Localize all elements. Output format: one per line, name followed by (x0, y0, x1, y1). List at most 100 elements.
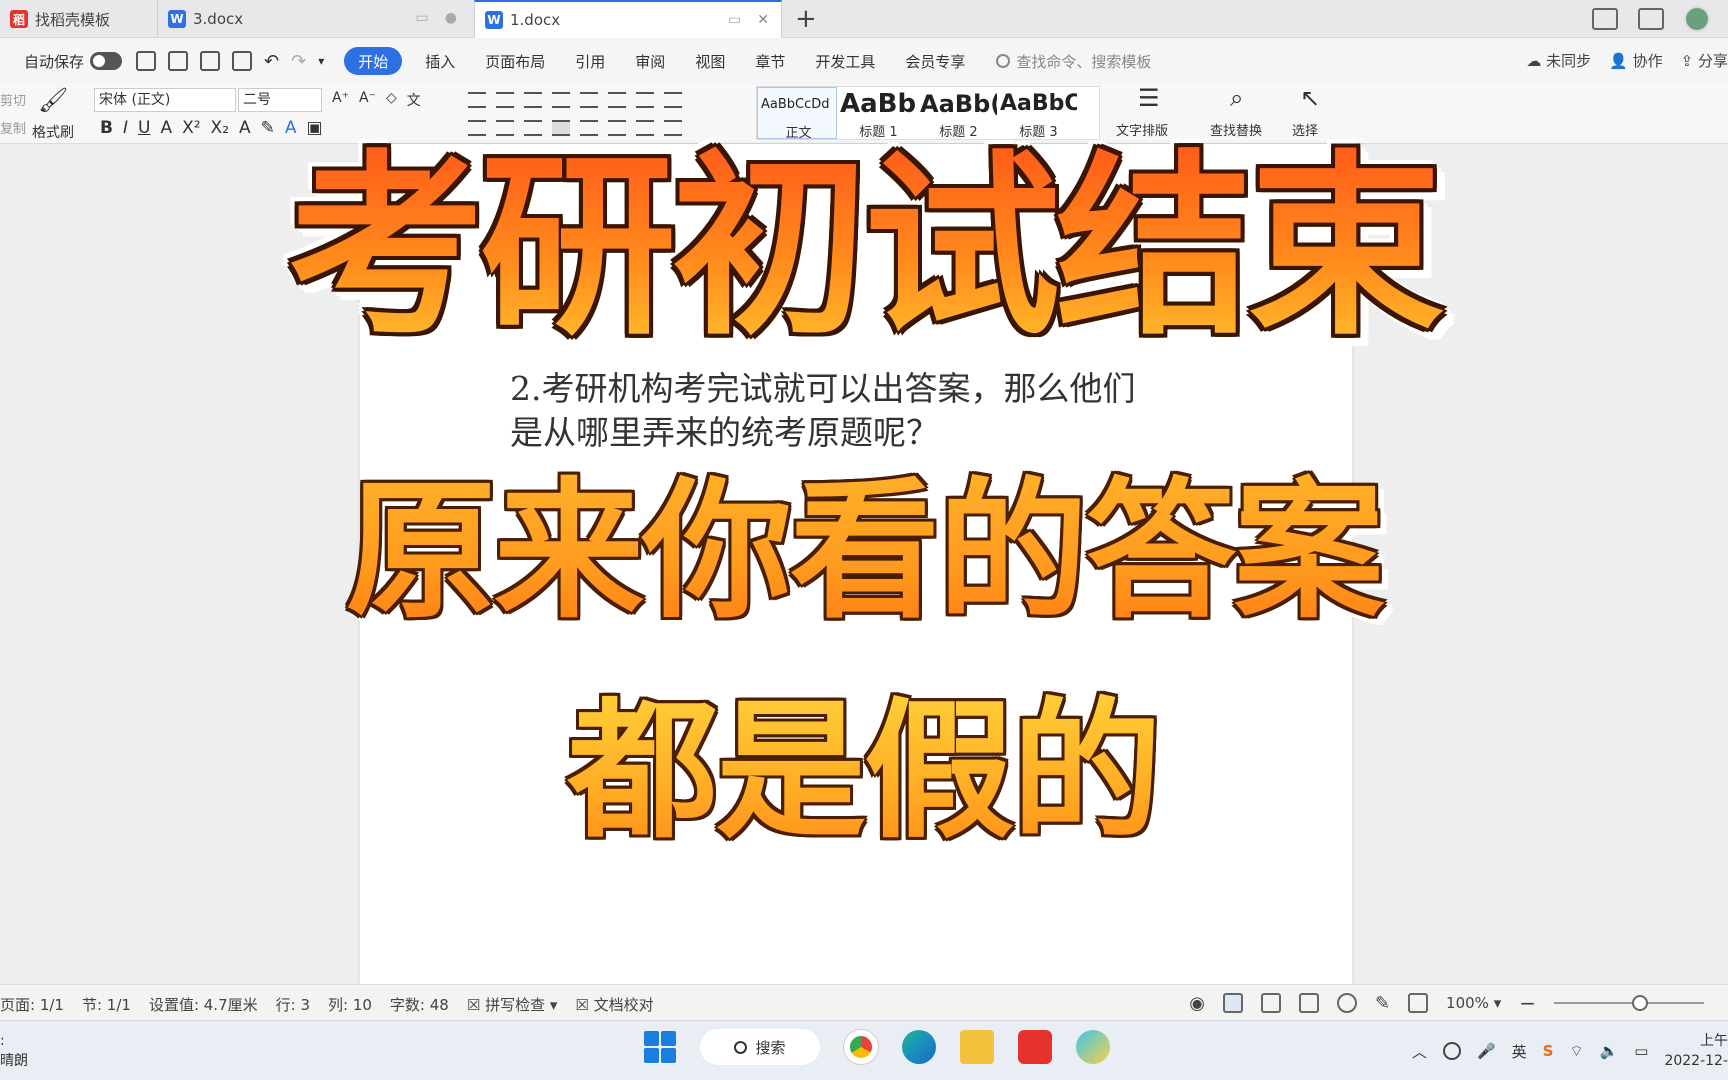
bullet-list-icon[interactable] (468, 92, 486, 108)
tab-member[interactable]: 会员专享 (890, 47, 980, 75)
redo-icon[interactable]: ↷ (291, 51, 306, 72)
chrome-icon[interactable] (844, 1030, 878, 1064)
pin-icon[interactable]: ▭ (416, 10, 429, 26)
wifi-icon[interactable]: ⌔ (1569, 1042, 1583, 1061)
cut-button[interactable]: 剪切 (0, 90, 26, 109)
text-effect-icon[interactable]: A (239, 118, 251, 138)
battery-icon[interactable]: ▭ (1634, 1042, 1648, 1060)
wps-office-icon[interactable] (1018, 1030, 1052, 1064)
sync-status[interactable]: ☁ 未同步 (1526, 50, 1591, 71)
text-layout-icon[interactable]: ☰ (1138, 84, 1160, 112)
save-icon[interactable] (136, 51, 157, 71)
dot-icon: ● (444, 10, 457, 26)
shrink-font-icon[interactable]: A⁻ (359, 90, 376, 110)
toggle-switch-icon[interactable] (90, 52, 123, 70)
share-button[interactable]: ⇪ 分享 (1681, 50, 1728, 71)
tab-doc-3[interactable]: W 3.docx ▭ ● (157, 0, 469, 38)
pen-icon[interactable]: ✎ (1375, 993, 1390, 1014)
tab-developer[interactable]: 开发工具 (800, 47, 890, 75)
spellcheck-button[interactable]: ☒ 拼写检查 ▾ (467, 994, 558, 1015)
new-tab-button[interactable]: + (795, 4, 817, 34)
apps-grid-icon[interactable] (1638, 8, 1664, 30)
volume-icon[interactable]: 🔈 (1600, 1042, 1619, 1060)
reading-view-icon[interactable] (1298, 993, 1319, 1013)
print-preview-icon[interactable] (232, 51, 253, 71)
style-heading-3[interactable]: AaBbC 标题 3 (997, 87, 1077, 139)
command-search[interactable]: 查找命令、搜索模板 (996, 51, 1151, 72)
outdent-icon[interactable] (524, 92, 542, 108)
page-indicator[interactable]: 页面: 1/1 (0, 994, 64, 1015)
setting-indicator[interactable]: 设置值: 4.7厘米 (149, 994, 258, 1015)
weather-widget[interactable]: : 晴朗 (0, 1031, 28, 1071)
microphone-icon[interactable]: 🎤 (1477, 1042, 1496, 1060)
show-marks-icon[interactable] (636, 92, 654, 108)
chevron-down-icon[interactable]: ▾ (318, 54, 324, 68)
tab-page-layout[interactable]: 页面布局 (470, 47, 560, 75)
word-count[interactable]: 字数: 48 (390, 994, 449, 1015)
zoom-slider-handle[interactable] (1632, 995, 1648, 1011)
style-normal[interactable]: AaBbCcDd 正文 (757, 87, 837, 139)
tab-docer[interactable]: 稻 找稻壳模板 (0, 0, 152, 38)
section-indicator[interactable]: 节: 1/1 (82, 994, 131, 1015)
zoom-out-button[interactable]: − (1519, 991, 1536, 1015)
taskbar-search[interactable]: 搜索 (700, 1029, 820, 1065)
cursor-select-icon[interactable]: ↖ (1300, 84, 1320, 112)
collab-button[interactable]: 👤 协作 (1609, 50, 1662, 71)
pin-icon[interactable]: ▭ (728, 12, 741, 28)
tab-insert[interactable]: 插入 (410, 47, 470, 75)
tab-references[interactable]: 引用 (560, 47, 620, 75)
tab-home[interactable]: 开始 (344, 47, 403, 75)
undo-icon[interactable]: ↶ (264, 51, 279, 72)
phonetic-icon[interactable]: 文 (407, 90, 421, 110)
bold-icon[interactable]: B (100, 118, 113, 138)
ime-indicator[interactable]: 英 (1512, 1041, 1527, 1062)
fit-page-icon[interactable] (1408, 993, 1429, 1013)
app-icon[interactable] (1076, 1030, 1110, 1064)
qq-icon[interactable] (1442, 1042, 1461, 1060)
subscript-icon[interactable]: X₂ (211, 118, 229, 138)
strikethrough-icon[interactable]: A (160, 118, 172, 138)
font-family-select[interactable]: 宋体 (正文) (94, 88, 236, 112)
outline-view-icon[interactable] (1260, 993, 1281, 1013)
avatar[interactable] (1684, 6, 1710, 32)
clock[interactable]: 上午 2022-12- (1664, 1031, 1728, 1071)
font-size-select[interactable]: 二号 (238, 88, 322, 112)
word-doc-icon: W (485, 11, 503, 29)
highlight-icon[interactable]: ✎ (261, 118, 275, 138)
page-view-icon[interactable] (1222, 993, 1243, 1013)
close-icon[interactable]: ✕ (757, 12, 769, 28)
tab-view[interactable]: 视图 (680, 47, 740, 75)
format-painter-icon[interactable]: 🖌 (38, 86, 68, 114)
style-heading-2[interactable]: AaBb( 标题 2 (917, 87, 997, 139)
layout-icon[interactable] (1592, 8, 1618, 30)
web-view-icon[interactable] (1336, 993, 1357, 1013)
zoom-level[interactable]: 100% ▾ (1446, 994, 1501, 1012)
autosave-toggle[interactable]: 自动保存 (24, 51, 123, 72)
clear-format-icon[interactable]: ◇ (386, 90, 397, 110)
sogou-icon[interactable]: S (1543, 1042, 1554, 1060)
style-heading-1[interactable]: AaBb 标题 1 (837, 87, 917, 139)
copy-button[interactable]: 复制 (0, 118, 26, 137)
chevron-up-icon[interactable]: ︿ (1412, 1041, 1427, 1062)
underline-icon[interactable]: U (138, 118, 150, 138)
tab-review[interactable]: 审阅 (620, 47, 680, 75)
numbered-list-icon[interactable] (496, 92, 514, 108)
export-pdf-icon[interactable] (168, 51, 189, 71)
proofread-button[interactable]: ☒ 文档校对 (575, 994, 653, 1015)
italic-icon[interactable]: I (123, 118, 128, 138)
zoom-slider[interactable] (1554, 995, 1704, 1011)
eye-protection-icon[interactable]: ◉ (1189, 993, 1205, 1014)
grow-font-icon[interactable]: A⁺ (332, 90, 349, 110)
sort-icon[interactable] (608, 92, 626, 108)
print-icon[interactable] (200, 51, 221, 71)
find-icon[interactable]: ⌕ (1230, 84, 1243, 112)
tab-chapter[interactable]: 章节 (740, 47, 800, 75)
edge-icon[interactable] (902, 1030, 936, 1064)
chinese-layout-icon[interactable] (580, 92, 598, 108)
windows-start-icon[interactable] (644, 1031, 676, 1063)
indent-icon[interactable] (552, 92, 570, 108)
table-icon[interactable] (664, 92, 682, 108)
superscript-icon[interactable]: X² (182, 118, 200, 138)
tab-doc-1[interactable]: W 1.docx ▭ ✕ (474, 0, 782, 38)
file-explorer-icon[interactable] (960, 1030, 994, 1064)
